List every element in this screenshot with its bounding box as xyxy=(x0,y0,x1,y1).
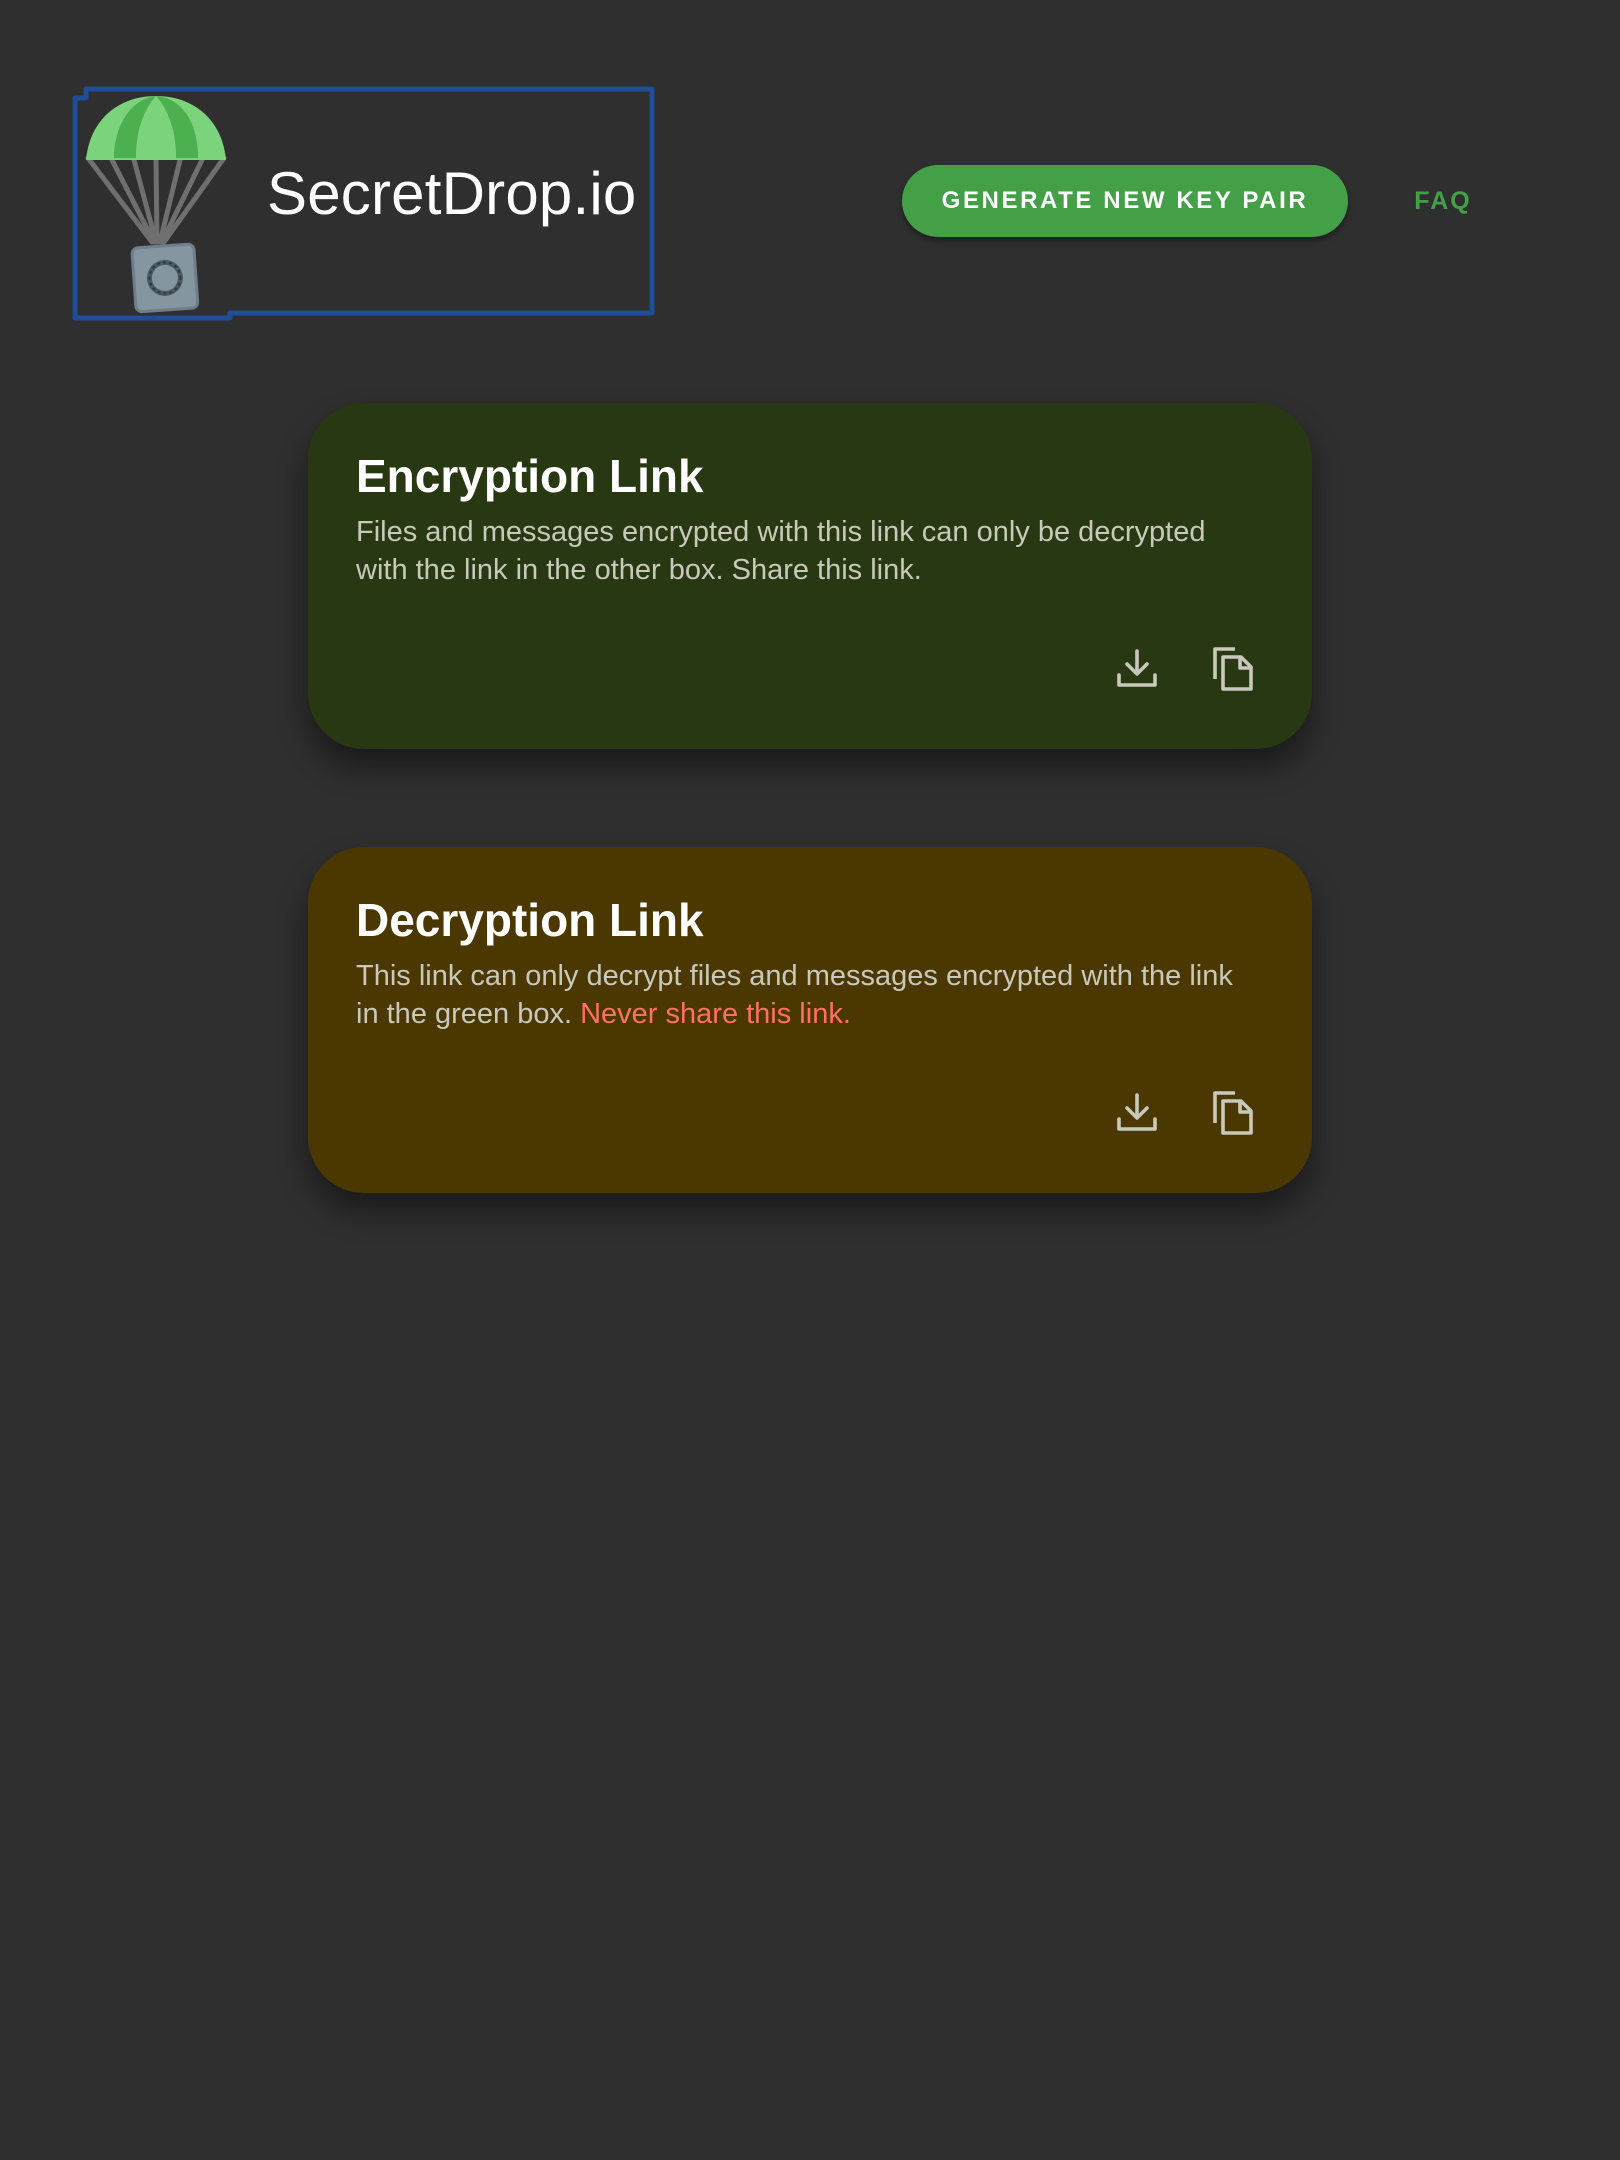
brand-name: SecretDrop.io xyxy=(267,160,637,227)
card-title: Encryption Link xyxy=(356,450,704,502)
card-description: This link can only decrypt files and mes… xyxy=(356,957,1256,1033)
download-decryption-link-button[interactable] xyxy=(1106,1082,1168,1144)
card-actions xyxy=(1106,638,1264,700)
download-icon xyxy=(1117,1093,1157,1131)
copy-icon xyxy=(1213,1091,1253,1135)
download-encryption-link-button[interactable] xyxy=(1106,638,1168,700)
parachute-safe-logo-icon xyxy=(85,96,227,314)
download-icon xyxy=(1117,649,1157,687)
never-share-warning: Never share this link. xyxy=(580,998,851,1030)
decryption-link-card: Decryption Link This link can only decry… xyxy=(308,847,1312,1193)
encryption-link-card: Encryption Link Files and messages encry… xyxy=(308,403,1312,749)
faq-link[interactable]: FAQ xyxy=(1400,165,1486,237)
card-title: Decryption Link xyxy=(356,894,704,946)
copy-encryption-link-button[interactable] xyxy=(1202,638,1264,700)
copy-icon xyxy=(1213,647,1253,691)
app-header: SecretDrop.io GENERATE NEW KEY PAIR FAQ xyxy=(0,0,1620,330)
card-description: Files and messages encrypted with this l… xyxy=(356,516,1206,586)
card-actions xyxy=(1106,1082,1264,1144)
copy-decryption-link-button[interactable] xyxy=(1202,1082,1264,1144)
brand-home-link[interactable]: SecretDrop.io xyxy=(72,86,655,322)
generate-key-pair-button[interactable]: GENERATE NEW KEY PAIR xyxy=(902,165,1348,237)
